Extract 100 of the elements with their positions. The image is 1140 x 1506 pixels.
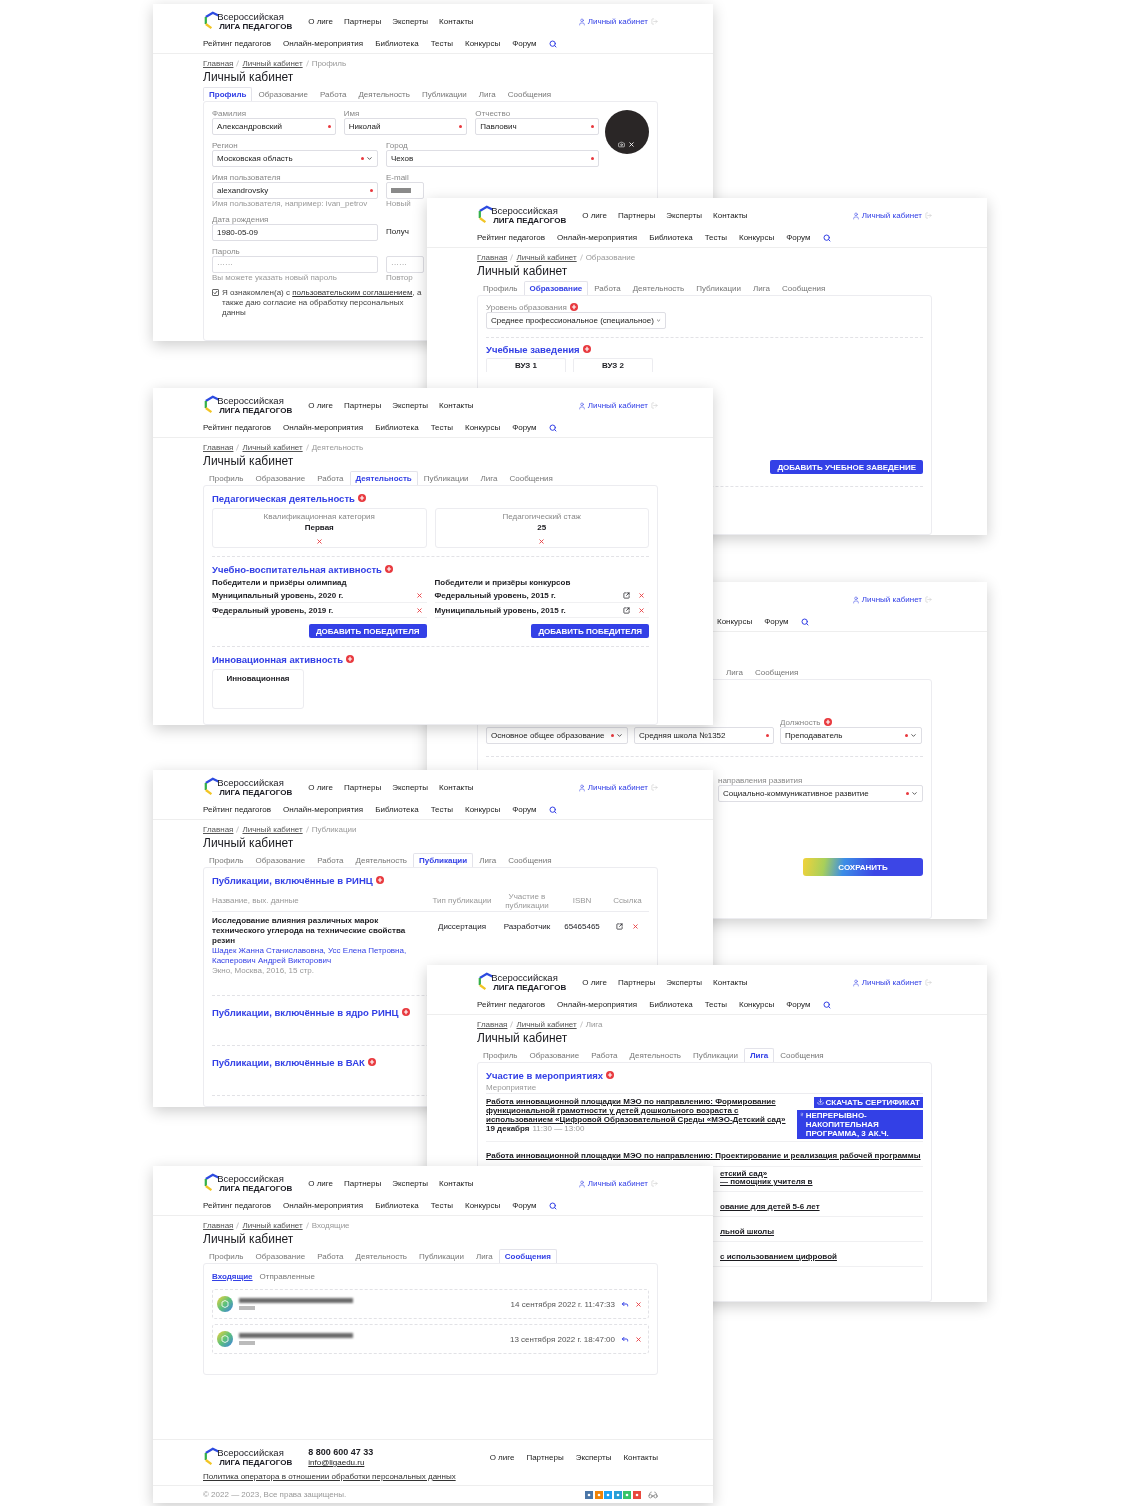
reply-icon[interactable]: [621, 1300, 629, 1308]
nav-link[interactable]: Партнеры: [618, 978, 656, 987]
author-link[interactable]: Шадек Жанна Станиславовна, Усс Елена Петровна, Касперович Андрей Викторович: [212, 946, 428, 966]
nav-link[interactable]: Конкурсы: [464, 805, 501, 814]
nav-link[interactable]: Партнеры: [344, 783, 382, 792]
add-icon[interactable]: [367, 1058, 376, 1066]
tab[interactable]: ВУЗ 1: [486, 358, 566, 372]
select-field[interactable]: Социально-коммуникативное развитие: [718, 785, 923, 802]
nav-link[interactable]: Форум: [764, 617, 789, 626]
nav-link[interactable]: Форум: [786, 1000, 811, 1009]
input-field[interactable]: Николай: [343, 118, 468, 135]
nav-link[interactable]: Онлайн-мероприятия: [282, 423, 364, 432]
nav-link[interactable]: Тесты: [704, 233, 727, 242]
input-field[interactable]: Средняя школа №1352: [634, 727, 774, 744]
nav-link[interactable]: Конкурсы: [464, 423, 501, 432]
social-icon[interactable]: [585, 1490, 593, 1499]
nav-link[interactable]: Онлайн-мероприятия: [556, 233, 638, 242]
nav-link[interactable]: О лиге: [308, 401, 333, 410]
search-icon[interactable]: [822, 233, 831, 242]
nav-link[interactable]: Контакты: [439, 1179, 474, 1188]
nav-link[interactable]: Библиотека: [649, 1000, 693, 1009]
nav-link[interactable]: Рейтинг педагогов: [203, 39, 271, 48]
footer-link[interactable]: Партнеры: [526, 1452, 564, 1462]
select-field[interactable]: Основное общее образование: [486, 727, 628, 744]
nav-link[interactable]: Эксперты: [392, 17, 429, 26]
nav-link[interactable]: Библиотека: [375, 39, 419, 48]
input-field[interactable]: [386, 182, 424, 199]
nav-link[interactable]: Форум: [512, 39, 537, 48]
event-link[interactable]: Работа инновационной площадки МЭО по направлению: Формирование функциональной грамотности у детей дошкольного возраста с использованием «Цифровой Образовательной Среды «МЭО-Детский сад»: [486, 1097, 791, 1124]
tab[interactable]: Входящие: [212, 1272, 253, 1281]
nav-link[interactable]: Форум: [512, 423, 537, 432]
add-icon[interactable]: [375, 876, 384, 884]
nav-link[interactable]: Партнеры: [344, 401, 382, 410]
nav-link[interactable]: Рейтинг педагогов: [203, 805, 271, 814]
delete-icon[interactable]: [538, 538, 546, 545]
nav-link[interactable]: Библиотека: [375, 423, 419, 432]
nav-link[interactable]: Тесты: [704, 1000, 727, 1009]
nav-link[interactable]: Контакты: [439, 783, 474, 792]
tab[interactable]: ВУЗ 2: [573, 358, 653, 372]
nav-link[interactable]: Эксперты: [666, 978, 703, 987]
search-icon[interactable]: [800, 617, 809, 626]
event-link[interactable]: етский сад»: [720, 1169, 768, 1178]
breadcrumb-link[interactable]: Личный кабинет: [242, 824, 303, 834]
add-icon[interactable]: [823, 718, 832, 726]
reply-icon[interactable]: [621, 1335, 629, 1343]
account-link[interactable]: Личный кабинет: [577, 783, 648, 792]
breadcrumb-link[interactable]: Главная: [477, 252, 508, 262]
breadcrumb-link[interactable]: Главная: [203, 442, 234, 452]
nav-link[interactable]: Рейтинг педагогов: [203, 1201, 271, 1210]
breadcrumb-link[interactable]: Главная: [203, 58, 234, 68]
policy-link[interactable]: Политика оператора в отношении обработки персональных данных: [203, 1472, 456, 1481]
program-button[interactable]: НЕПРЕРЫВНО-НАКОПИТЕЛЬНАЯ ПРОГРАММА, 3 АК.Ч.: [797, 1110, 923, 1139]
tab[interactable]: Образование: [523, 281, 589, 295]
download-button[interactable]: СКАЧАТЬ СЕРТИФИКАТ: [813, 1097, 923, 1108]
event-link[interactable]: Работа инновационной площадки МЭО по направлению: Проектирование и реализация рабочей программы: [486, 1151, 921, 1160]
account-link[interactable]: Личный кабинет: [851, 978, 922, 987]
nav-link[interactable]: О лиге: [308, 1179, 333, 1188]
add-button[interactable]: ДОБАВИТЬ УЧЕБНОЕ ЗАВЕДЕНИЕ: [770, 460, 923, 474]
add-icon[interactable]: [606, 1071, 615, 1079]
nav-link[interactable]: Форум: [512, 805, 537, 814]
input-field[interactable]: alexandrovsky: [212, 182, 378, 199]
breadcrumb-link[interactable]: Личный кабинет: [242, 1220, 303, 1230]
account-link[interactable]: Личный кабинет: [577, 401, 648, 410]
account-link[interactable]: Личный кабинет: [851, 595, 922, 604]
add-icon[interactable]: [582, 345, 591, 353]
breadcrumb-link[interactable]: Главная: [477, 1019, 508, 1029]
add-icon[interactable]: [384, 565, 393, 573]
nav-link[interactable]: Конкурсы: [738, 1000, 775, 1009]
nav-link[interactable]: Онлайн-мероприятия: [282, 805, 364, 814]
search-icon[interactable]: [548, 805, 557, 814]
breadcrumb-link[interactable]: Личный кабинет: [516, 252, 577, 262]
delete-icon[interactable]: [635, 1335, 642, 1343]
nav-link[interactable]: Конкурсы: [738, 233, 775, 242]
search-icon[interactable]: [548, 1201, 557, 1210]
social-icon[interactable]: [594, 1490, 603, 1499]
camera-icon[interactable]: [618, 141, 625, 148]
footer-link[interactable]: Контакты: [623, 1452, 658, 1462]
close-icon[interactable]: [628, 141, 635, 148]
input-field[interactable]: Павлович: [475, 118, 599, 135]
delete-icon[interactable]: [415, 606, 423, 614]
delete-icon[interactable]: [315, 538, 323, 545]
nav-link[interactable]: Библиотека: [375, 805, 419, 814]
nav-link[interactable]: Партнеры: [344, 17, 382, 26]
nav-link[interactable]: Конкурсы: [717, 617, 753, 626]
tab[interactable]: Лига: [743, 1048, 775, 1062]
event-link[interactable]: — помощник учителя в: [720, 1177, 813, 1186]
add-icon[interactable]: [346, 655, 355, 663]
nav-link[interactable]: Библиотека: [649, 233, 693, 242]
nav-link[interactable]: Рейтинг педагогов: [203, 423, 271, 432]
nav-link[interactable]: Контакты: [439, 401, 474, 410]
breadcrumb-link[interactable]: Главная: [203, 824, 234, 834]
search-icon[interactable]: [548, 39, 557, 48]
nav-link[interactable]: Тесты: [430, 39, 453, 48]
event-link[interactable]: льной школы: [720, 1227, 775, 1236]
nav-link[interactable]: Форум: [512, 1201, 537, 1210]
glasses-icon[interactable]: [648, 1489, 658, 1500]
search-icon[interactable]: [548, 423, 557, 432]
breadcrumb-link[interactable]: Личный кабинет: [516, 1019, 577, 1029]
nav-link[interactable]: Партнеры: [344, 1179, 382, 1188]
tab[interactable]: Профиль: [203, 87, 253, 101]
